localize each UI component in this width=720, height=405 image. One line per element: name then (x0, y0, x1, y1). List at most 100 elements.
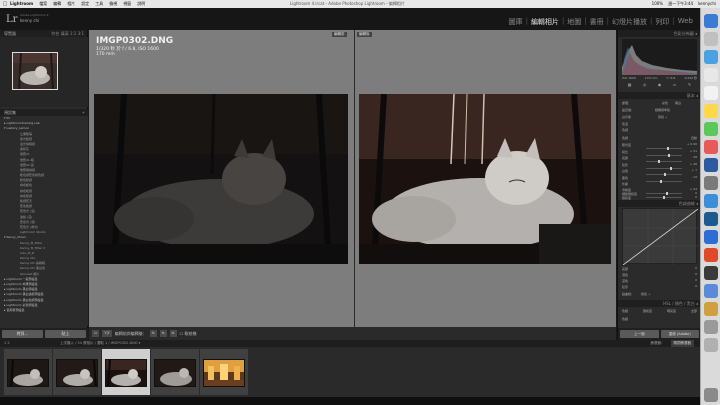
adjustment-brush-icon[interactable]: ✎ (688, 82, 691, 90)
module-develop[interactable]: 編輯相片 (528, 17, 562, 27)
preset-folder[interactable]: ▸ 使用者預設集 (0, 308, 88, 313)
menu-app[interactable]: Lightroom (10, 0, 33, 8)
wb-select[interactable]: 原樣 ÷ (658, 115, 667, 119)
documents-icon[interactable] (704, 338, 718, 352)
slider-value[interactable]: + 0.90 (687, 142, 697, 146)
graduated-filter-icon[interactable]: ▭ (673, 82, 677, 90)
slider-value[interactable]: + 7 (692, 168, 697, 172)
paste-settings-button[interactable]: 貼上 (45, 330, 86, 338)
menu-help[interactable]: 說明 (137, 0, 145, 8)
crop-icon[interactable]: ▦ (628, 82, 632, 90)
profile-select[interactable]: 相機標準版 (655, 108, 670, 112)
chat-icon[interactable] (704, 284, 718, 298)
menu-photo[interactable]: 相片 (67, 0, 75, 8)
module-map[interactable]: 地圖 (564, 17, 584, 27)
before-after-mode-button[interactable]: Y|Y (102, 330, 112, 337)
photo-after[interactable] (359, 94, 611, 264)
swap-icon[interactable]: ⇆ (149, 330, 157, 337)
bottom-panel-toggle[interactable] (0, 397, 700, 405)
navigator-header[interactable]: 導覽器 符合 填滿 1:1 3:1 (0, 30, 87, 37)
trash-icon[interactable] (704, 388, 718, 402)
tone-curve-header[interactable]: 色調曲線 ◂ (618, 200, 701, 207)
slider-value[interactable]: 0 (695, 195, 697, 199)
finder-icon[interactable] (704, 14, 718, 28)
downloads-icon[interactable] (704, 320, 718, 334)
menu-file[interactable]: 檔案 (39, 0, 47, 8)
add-preset-icon[interactable]: + (82, 109, 85, 116)
navigator-thumbnail[interactable] (12, 52, 58, 90)
module-print[interactable]: 列印 (652, 17, 672, 27)
slider-value[interactable]: 0 (695, 266, 697, 270)
histogram[interactable] (622, 39, 697, 75)
photos-icon[interactable] (704, 140, 718, 154)
previous-button[interactable]: 上一個 (620, 330, 659, 338)
mail-icon[interactable] (704, 194, 718, 208)
slider-value[interactable]: 0 (695, 278, 697, 282)
treatment-bw[interactable]: 黑白 (675, 101, 681, 105)
menu-tools[interactable]: 工具 (95, 0, 103, 8)
module-book[interactable]: 書冊 (587, 17, 607, 27)
lightroom-dock-icon[interactable] (704, 212, 718, 226)
slider-knob[interactable] (660, 179, 663, 183)
point-curve-select[interactable]: 線性 ÷ (641, 292, 650, 296)
treatment-color[interactable]: 彩色 (662, 101, 668, 105)
filter-select[interactable]: 關閉篩選器 (670, 340, 694, 347)
hsl-tab-all[interactable]: 全部 (691, 309, 697, 313)
apple-icon[interactable]:  (0, 0, 10, 8)
reset-button[interactable]: 重設 (Adobe) (660, 330, 699, 338)
slider-value[interactable]: 0 (695, 272, 697, 276)
safari-icon[interactable] (704, 50, 718, 64)
menu-window[interactable]: 視窗 (123, 0, 131, 8)
red-eye-icon[interactable]: ◉ (658, 82, 662, 90)
film-thumbnail-selected[interactable] (102, 349, 150, 395)
hsl-tab-hue[interactable]: 色相 (622, 309, 628, 313)
tone-curve-graph[interactable] (622, 208, 699, 266)
presets-header[interactable]: 預設集 + (0, 109, 88, 116)
slider-value[interactable]: + 31 (690, 149, 697, 153)
hsl-header[interactable]: HSL / 顏色 / 黑白 ◂ (618, 300, 701, 307)
menu-settings[interactable]: 設定 (81, 0, 89, 8)
user-text[interactable]: kennychi (698, 0, 716, 8)
copy-before-icon[interactable]: ⇆ (159, 330, 167, 337)
terminal-icon[interactable] (704, 266, 718, 280)
histogram-header[interactable]: 色彩分佈圖 ◂ (618, 30, 700, 37)
navigator-zoom-options[interactable]: 符合 填滿 1:1 3:1 (51, 30, 84, 37)
slider-value[interactable]: - 19 (691, 175, 697, 179)
basic-header[interactable]: 基本 ◂ (618, 92, 701, 99)
module-library[interactable]: 圖庫 (506, 17, 526, 27)
menu-edit[interactable]: 編輯 (53, 0, 61, 8)
music-icon[interactable] (704, 248, 718, 262)
filmstrip-source-path[interactable]: 上次匯入 / 34 張相片 / 選取 1 / IMGP0302.DNG ▾ (60, 340, 140, 347)
film-thumbnail[interactable] (151, 349, 199, 395)
auto-tone-button[interactable]: 自動 (691, 136, 697, 140)
copy-settings-button[interactable]: 拷貝... (2, 330, 43, 338)
slider-value[interactable]: - 48 (691, 155, 697, 159)
copy-after-icon[interactable]: ⇆ (169, 330, 177, 337)
contacts-icon[interactable] (704, 68, 718, 82)
soft-proof-checkbox[interactable]: ☐ 軟校樣 (180, 331, 197, 337)
loupe-view-button[interactable]: ▭ (92, 330, 100, 337)
photoshop-icon[interactable] (704, 230, 718, 244)
navigator-preview[interactable] (0, 37, 88, 107)
module-slideshow[interactable]: 幻燈片播放 (609, 17, 650, 27)
notes-icon[interactable] (704, 104, 718, 118)
module-web[interactable]: Web (675, 17, 696, 27)
app-store-icon[interactable] (704, 158, 718, 172)
hsl-tab-luminance[interactable]: 明亮度 (667, 309, 676, 313)
spot-removal-icon[interactable]: ◎ (643, 82, 647, 90)
film-thumbnail[interactable] (4, 349, 52, 395)
secondary-window-buttons[interactable]: 1 2 (4, 341, 10, 345)
menu-view[interactable]: 檢視 (109, 0, 117, 8)
calendar-icon[interactable] (704, 86, 718, 100)
messages-icon[interactable] (704, 122, 718, 136)
slider-value[interactable]: 0 (695, 284, 697, 288)
photo-before[interactable] (94, 94, 348, 264)
slider-value[interactable]: + 46 (690, 162, 697, 166)
slider-track[interactable] (646, 179, 682, 183)
launchpad-icon[interactable] (704, 32, 718, 46)
system-preferences-icon[interactable] (704, 176, 718, 190)
hsl-tab-saturation[interactable]: 飽和度 (643, 309, 652, 313)
film-thumbnail[interactable] (200, 349, 248, 395)
preview-icon[interactable] (704, 302, 718, 316)
film-thumbnail[interactable] (53, 349, 101, 395)
